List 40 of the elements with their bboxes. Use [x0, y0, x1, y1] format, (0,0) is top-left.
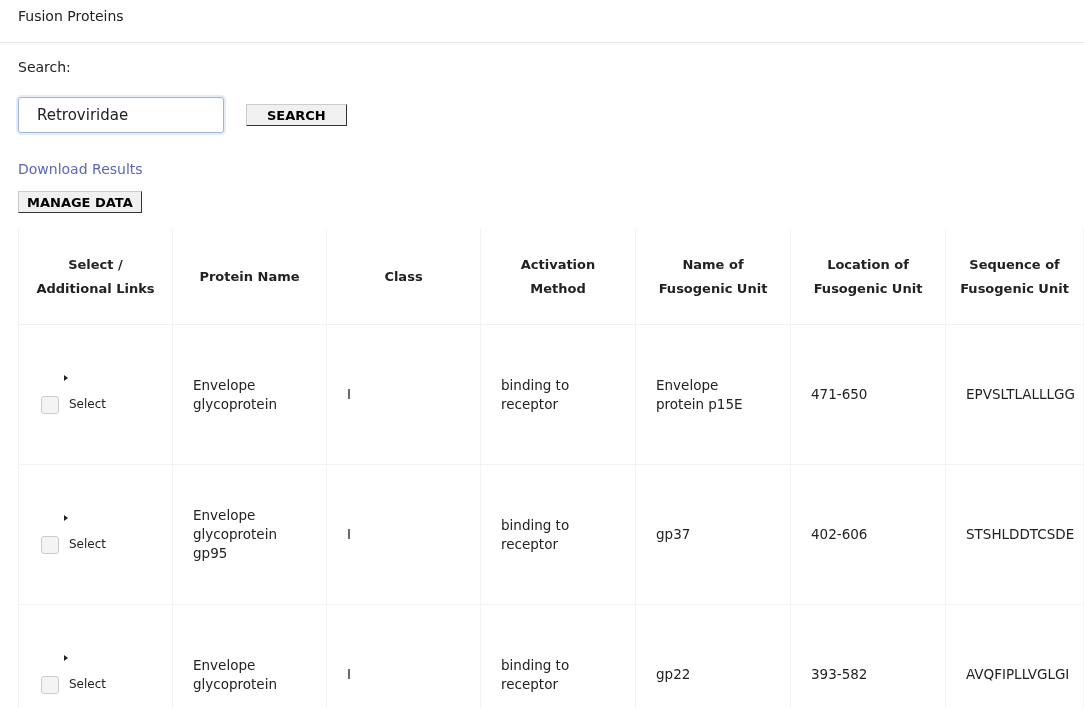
table-cell: EPVSLTLALLLGG	[946, 325, 1084, 465]
table-cell: binding to receptor	[481, 465, 636, 605]
column-header: Select / Additional Links	[18, 229, 173, 325]
table-cell: I	[327, 605, 481, 708]
table-cell: 471-650	[791, 325, 946, 465]
table-cell: Envelope glycoprotein	[173, 325, 327, 465]
table-cell: I	[327, 465, 481, 605]
select-checkbox[interactable]	[41, 535, 59, 554]
select-label: Select	[69, 536, 107, 553]
select-checkbox[interactable]	[41, 675, 59, 694]
search-label: Search:	[18, 59, 71, 75]
select-label: Select	[69, 676, 107, 693]
table-cell: Envelope glycoprotein	[173, 605, 327, 708]
column-header: Activation Method	[481, 229, 636, 325]
expand-caret-icon[interactable]	[64, 515, 68, 521]
manage-data-button[interactable]: MANAGE DATA	[18, 191, 142, 213]
download-results-link[interactable]: Download Results	[18, 161, 143, 177]
column-header: Protein Name	[173, 229, 327, 325]
table-cell: STSHLDDTCSDE	[946, 465, 1084, 605]
select-checkbox[interactable]	[41, 395, 59, 414]
expand-caret-icon[interactable]	[64, 655, 68, 661]
table-cell: binding to receptor	[481, 605, 636, 708]
select-label: Select	[69, 396, 107, 413]
table-cell: Envelope protein p15E	[636, 325, 791, 465]
search-button[interactable]: SEARCH	[246, 104, 347, 126]
table-cell: 393-582	[791, 605, 946, 708]
page-title: Fusion Proteins	[18, 8, 124, 24]
table-cell: AVQFIPLLVGLGI	[946, 605, 1084, 708]
table-cell: gp22	[636, 605, 791, 708]
table-cell: binding to receptor	[481, 325, 636, 465]
search-field[interactable]: Retroviridae	[18, 97, 224, 133]
table-cell: I	[327, 325, 481, 465]
table-cell: gp37	[636, 465, 791, 605]
column-header: Location of Fusogenic Unit	[791, 229, 946, 325]
table-cell: Envelope glycoprotein gp95	[173, 465, 327, 605]
table-cell: 402-606	[791, 465, 946, 605]
column-header: Class	[327, 229, 481, 325]
expand-caret-icon[interactable]	[64, 375, 68, 381]
column-header: Sequence of Fusogenic Unit	[946, 229, 1084, 325]
column-header: Name of Fusogenic Unit	[636, 229, 791, 325]
